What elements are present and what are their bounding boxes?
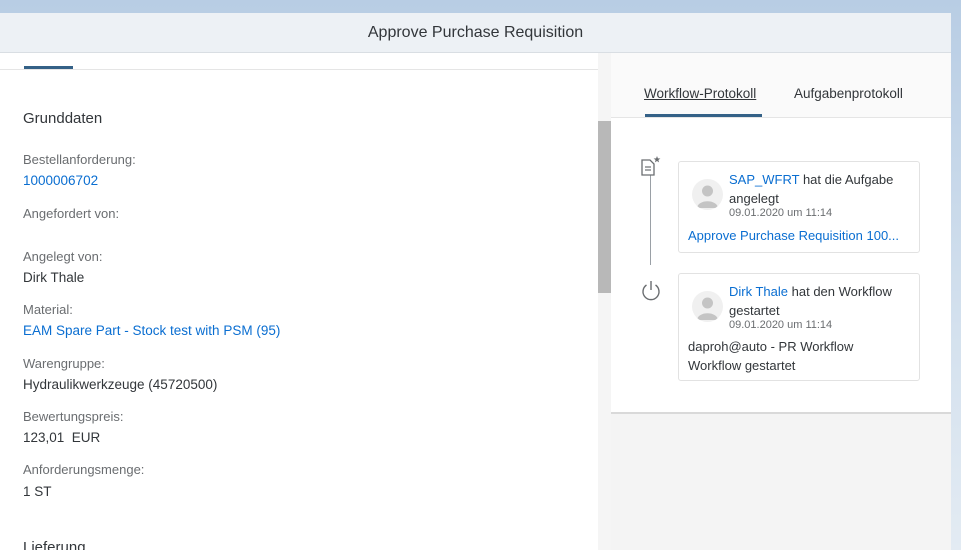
avatar: [692, 291, 723, 322]
field-label-angelegt-von: Angelegt von:: [23, 249, 103, 264]
side-tab-bar: Workflow-Protokoll Aufgabenprotokoll: [611, 53, 951, 118]
workflow-log-content: Workflow-Protokoll Aufgabenprotokoll SAP…: [611, 53, 951, 414]
field-label-anforderungsmenge: Anforderungsmenge:: [23, 462, 145, 477]
tab-aufgabenprotokoll[interactable]: Aufgabenprotokoll: [794, 86, 903, 101]
entry-action-text: hat die Aufgabe: [802, 172, 894, 187]
field-value-bestellanforderung-link[interactable]: 1000006702: [23, 173, 98, 188]
entry-user-link[interactable]: SAP_WFRT: [729, 172, 799, 187]
tab-active-underline: [645, 114, 762, 117]
entry-detail-line-1: daproh@auto - PR Workflow: [688, 339, 854, 354]
active-tab-indicator: [24, 66, 73, 69]
field-value-anforderungsmenge: 1 ST: [23, 484, 52, 499]
task-created-icon: [638, 154, 661, 176]
timeline-connector: [650, 175, 651, 265]
avatar: [692, 179, 723, 210]
workflow-entry-card: SAP_WFRT hat die Aufgabe angelegt 09.01.…: [678, 161, 920, 253]
field-label-bestellanforderung: Bestellanforderung:: [23, 152, 136, 167]
field-label-bewertungspreis: Bewertungspreis:: [23, 409, 124, 424]
entry-user-link[interactable]: Dirk Thale: [729, 284, 788, 299]
entry-detail-line-2: Workflow gestartet: [688, 358, 796, 373]
details-tab-strip: [0, 53, 598, 70]
scrollbar-thumb[interactable]: [598, 121, 611, 293]
tab-workflow-protokoll[interactable]: Workflow-Protokoll: [644, 86, 756, 101]
power-icon: [639, 278, 661, 301]
field-value-angelegt-von: Dirk Thale: [23, 270, 85, 285]
workflow-entry-card: Dirk Thale hat den Workflow gestartet 09…: [678, 273, 920, 381]
section-title-lieferung: Lieferung: [23, 539, 86, 550]
field-label-material: Material:: [23, 302, 73, 317]
page-title: Approve Purchase Requisition: [367, 23, 584, 41]
object-details-panel: Grunddaten Bestellanforderung: 100000670…: [0, 53, 598, 550]
section-title-grunddaten: Grunddaten: [23, 110, 103, 127]
field-value-material-link[interactable]: EAM Spare Part - Stock test with PSM (95…: [23, 323, 280, 338]
entry-timestamp: 09.01.2020 um 11:14: [729, 207, 833, 219]
entry-header-line-1: Dirk Thale hat den Workflow: [729, 284, 892, 299]
workflow-side-panel: Workflow-Protokoll Aufgabenprotokoll SAP…: [611, 53, 951, 550]
app-header: Approve Purchase Requisition: [0, 13, 951, 53]
entry-action-text-2: gestartet: [729, 303, 780, 318]
entry-task-link[interactable]: Approve Purchase Requisition 100...: [688, 228, 899, 243]
entry-timestamp: 09.01.2020 um 11:14: [729, 319, 833, 331]
field-label-warengruppe: Warengruppe:: [23, 356, 105, 371]
app-shell: Approve Purchase Requisition Grunddaten …: [0, 13, 951, 550]
field-value-warengruppe: Hydraulikwerkzeuge (45720500): [23, 377, 218, 392]
entry-action-text: hat den Workflow: [791, 284, 892, 299]
field-label-angefordert-von: Angefordert von:: [23, 206, 120, 221]
field-value-bewertungspreis: 123,01 EUR: [23, 430, 101, 445]
entry-header-line-1: SAP_WFRT hat die Aufgabe: [729, 172, 893, 187]
entry-action-text-2: angelegt: [729, 191, 779, 206]
